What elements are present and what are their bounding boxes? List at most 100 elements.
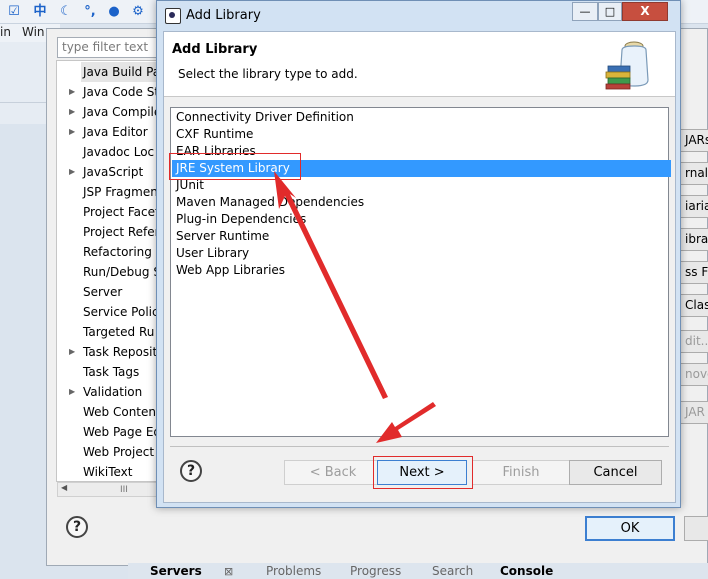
expand-arrow-icon[interactable]: ▶ (69, 82, 75, 102)
tree-item-label: JavaScript (83, 165, 144, 179)
library-list-item[interactable]: Plug-in Dependencies (172, 211, 671, 228)
wizard-description: Select the library type to add. (178, 67, 358, 81)
tree-item[interactable]: Java Build Pa (57, 62, 157, 82)
highlight-box-next (373, 456, 473, 489)
tree-item-label: WikiText (83, 465, 133, 479)
tree-item[interactable]: Refactoring (57, 242, 157, 262)
tree-item[interactable]: Server (57, 282, 157, 302)
ok-button[interactable]: OK (585, 516, 675, 541)
tree-item[interactable]: Javadoc Loc (57, 142, 157, 162)
side-button[interactable]: ss Fo (680, 261, 708, 284)
tree-item-label: Server (83, 285, 123, 299)
tree-item-label: Task Reposit (83, 345, 158, 359)
tree-item-label: Web Content (83, 405, 158, 419)
scroll-thumb[interactable]: III (120, 485, 128, 495)
tree-item[interactable]: ▶ Java Editor (57, 122, 157, 142)
menu-item-window[interactable]: Win (22, 25, 45, 39)
side-button[interactable]: iariab (680, 195, 708, 218)
menu-item-run[interactable]: in (0, 25, 11, 39)
tree-item[interactable]: ▶ Validation (57, 382, 157, 402)
library-list-item[interactable]: Server Runtime (172, 228, 671, 245)
tree-item[interactable]: ▶ Task Reposit (57, 342, 158, 362)
tab-console[interactable]: Console (500, 564, 553, 578)
close-button[interactable]: X (622, 2, 668, 21)
library-list-item[interactable]: User Library (172, 245, 671, 262)
side-button[interactable]: JAR (680, 401, 708, 424)
maximize-button[interactable]: □ (598, 2, 622, 21)
side-button[interactable]: Clas (680, 294, 708, 317)
side-button[interactable]: nove (680, 363, 708, 386)
tab-servers[interactable]: Servers (150, 564, 202, 578)
tree-item-label: JSP Fragmen (83, 185, 158, 199)
cancel-button-partial[interactable] (684, 516, 708, 541)
tree-item-label: Validation (83, 385, 143, 399)
tree-item[interactable]: Project Refer (57, 222, 158, 242)
tree-item-label: Project Facet (83, 205, 158, 219)
wizard-heading: Add Library (172, 42, 258, 57)
minimize-button[interactable]: — (572, 2, 598, 21)
finish-button[interactable]: Finish (472, 460, 570, 485)
library-list-item[interactable]: Maven Managed Dependencies (172, 194, 671, 211)
tree-item[interactable]: Service Polic (57, 302, 158, 322)
library-list-item[interactable]: CXF Runtime (172, 126, 671, 143)
side-button[interactable]: dit... (680, 330, 708, 353)
tree-item[interactable]: JSP Fragmen (57, 182, 158, 202)
close-icon[interactable]: ⊠ (224, 565, 233, 578)
tab-progress[interactable]: Progress (350, 564, 401, 578)
expand-arrow-icon[interactable]: ▶ (69, 162, 75, 182)
tab-problems[interactable]: Problems (266, 564, 321, 578)
tree-horizontal-scrollbar[interactable]: ◀ III (57, 482, 157, 497)
input-method-icon[interactable]: 中 (32, 4, 48, 20)
side-button[interactable]: ibrar (680, 228, 708, 251)
toolbar-strip (0, 42, 48, 102)
tree-item[interactable]: Task Tags (57, 362, 157, 382)
add-library-dialog: Add Library — □ X Add Library Select the… (156, 0, 681, 508)
dialog-titlebar: Add Library — □ X (157, 1, 680, 31)
tree-item[interactable]: Targeted Ru (57, 322, 157, 342)
button-separator (170, 446, 669, 447)
expand-arrow-icon[interactable]: ▶ (69, 122, 75, 142)
tree-item[interactable]: Web Page Ed (57, 422, 157, 442)
wizard-header: Add Library Select the library type to a… (164, 32, 675, 97)
scroll-left-arrow-icon[interactable]: ◀ (61, 483, 67, 492)
tree-item-label: Java Code St (83, 85, 158, 99)
tree-item-label: Targeted Ru (83, 325, 155, 339)
preferences-tree: Java Build Pa ▶ Java Code St ▶ Java Compile ▶… (56, 60, 158, 482)
expand-arrow-icon[interactable]: ▶ (69, 382, 75, 402)
tree-item[interactable]: Project Facet (57, 202, 158, 222)
cancel-button[interactable]: Cancel (569, 460, 662, 485)
dialog-title: Add Library (186, 8, 261, 23)
help-icon[interactable]: ? (66, 516, 88, 538)
user-icon[interactable]: ● (106, 4, 122, 20)
side-button[interactable]: rnal (680, 162, 708, 185)
tree-item[interactable]: WikiText (57, 462, 157, 481)
library-list-item[interactable]: Web App Libraries (172, 262, 671, 279)
eclipse-app-icon (165, 8, 181, 24)
side-button[interactable]: JARs (680, 129, 708, 152)
moon-icon[interactable]: ☾ (58, 4, 74, 20)
tree-item[interactable]: ▶ JavaScript (57, 162, 157, 182)
tree-item-label: Service Polic (83, 305, 158, 319)
tree-item-label: Java Editor (83, 125, 148, 139)
back-button[interactable]: < Back (284, 460, 382, 485)
library-list-item[interactable]: Connectivity Driver Definition (172, 109, 671, 126)
tree-item-label: Project Refer (83, 225, 158, 239)
toolbar-strip-lower (0, 102, 48, 124)
tree-item[interactable]: Web Project (57, 442, 157, 462)
filter-input[interactable]: type filter text (57, 37, 157, 58)
highlight-box-jre (169, 153, 301, 180)
expand-arrow-icon[interactable]: ▶ (69, 342, 75, 362)
toolbar-icon-1[interactable]: ☑ (6, 4, 22, 20)
tree-item-label: Java Build Pa (81, 62, 157, 82)
tree-item[interactable]: ▶ Java Compile (57, 102, 157, 122)
bottom-view-tabs: Servers ⊠ Problems Progress Search Conso… (128, 563, 708, 579)
dialog-body: Add Library Select the library type to a… (163, 31, 676, 503)
help-icon[interactable]: ? (180, 460, 202, 482)
tab-search[interactable]: Search (432, 564, 473, 578)
tree-item[interactable]: ▶ Java Code St (57, 82, 158, 102)
punctuation-icon[interactable]: °, (82, 4, 98, 20)
settings-icon[interactable]: ⚙ (130, 4, 146, 20)
tree-item[interactable]: Run/Debug S (57, 262, 157, 282)
expand-arrow-icon[interactable]: ▶ (69, 102, 75, 122)
tree-item[interactable]: Web Content (57, 402, 158, 422)
